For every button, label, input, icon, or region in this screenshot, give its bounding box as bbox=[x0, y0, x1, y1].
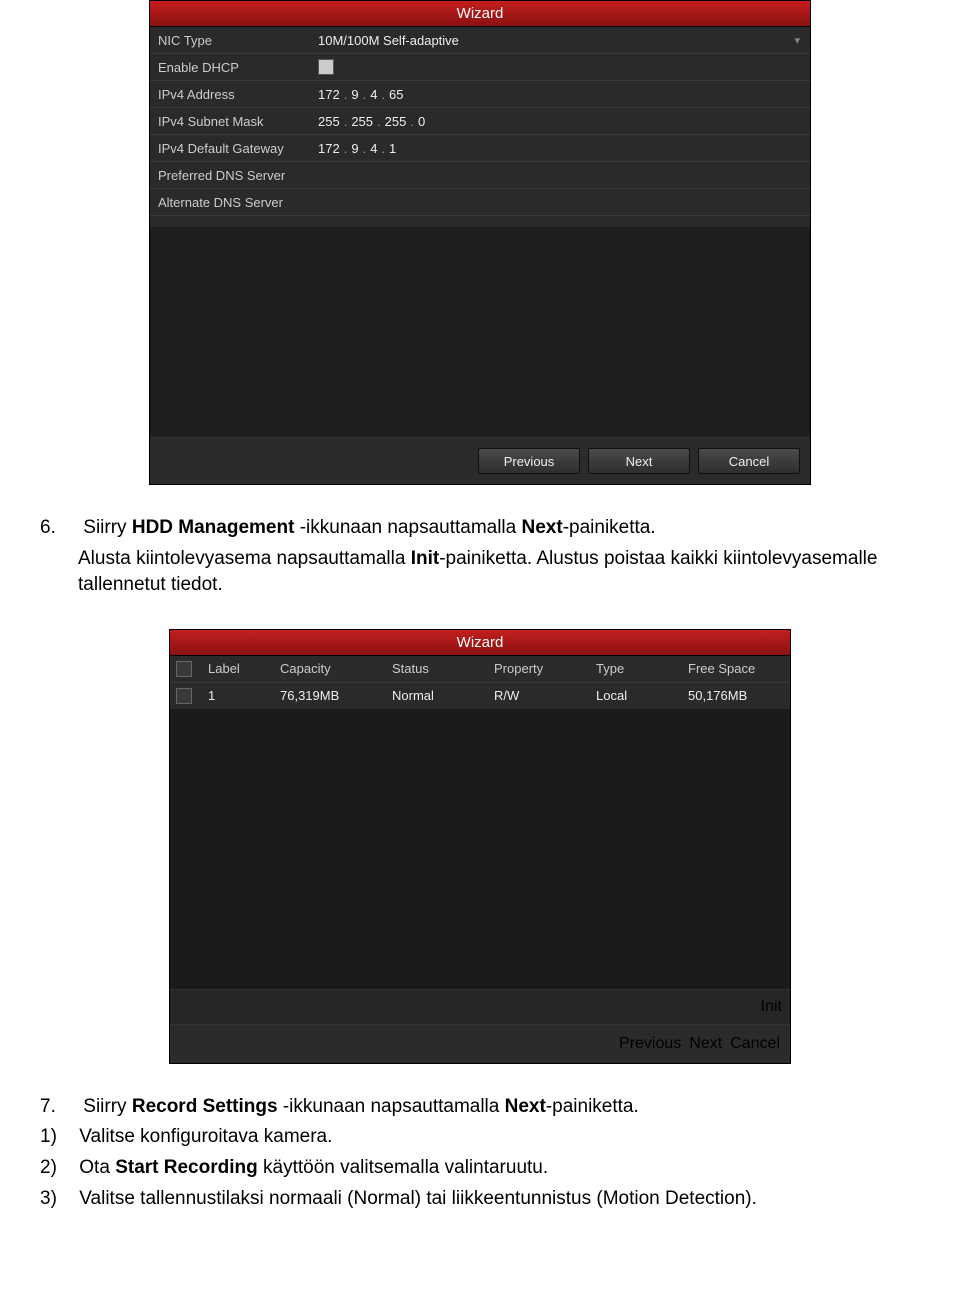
ipv4-address-field[interactable]: 172. 9. 4. 65 bbox=[318, 87, 810, 102]
step-7-number: 7. bbox=[40, 1094, 78, 1121]
alternate-dns-label: Alternate DNS Server bbox=[150, 195, 318, 210]
wizard-hdd-screenshot: Wizard Label Capacity Status Property Ty… bbox=[169, 629, 791, 1064]
previous-button[interactable]: Previous bbox=[478, 448, 580, 474]
cancel-button-2[interactable]: Cancel bbox=[730, 1035, 780, 1053]
ipv4-gateway-field[interactable]: 172. 9. 4. 1 bbox=[318, 141, 810, 156]
select-all-checkbox[interactable] bbox=[176, 661, 192, 677]
table-row[interactable]: 1 76,319MB Normal R/W Local 50,176MB bbox=[170, 683, 790, 709]
nic-type-label: NIC Type bbox=[150, 33, 318, 48]
dhcp-label: Enable DHCP bbox=[150, 60, 318, 75]
step-6-number: 6. bbox=[40, 515, 78, 542]
ipv4-mask-field[interactable]: 255. 255. 255. 0 bbox=[318, 114, 810, 129]
col-status: Status bbox=[386, 661, 488, 676]
col-capacity: Capacity bbox=[274, 661, 386, 676]
cell-label: 1 bbox=[202, 688, 274, 703]
hdd-table-header: Label Capacity Status Property Type Free… bbox=[170, 656, 790, 683]
table-empty-area bbox=[170, 709, 790, 989]
cell-property: R/W bbox=[488, 688, 590, 703]
ipv4-gateway-label: IPv4 Default Gateway bbox=[150, 141, 318, 156]
col-type: Type bbox=[590, 661, 682, 676]
cell-type: Local bbox=[590, 688, 682, 703]
next-button-2[interactable]: Next bbox=[689, 1035, 722, 1053]
ipv4-address-label: IPv4 Address bbox=[150, 87, 318, 102]
cell-free-space: 50,176MB bbox=[682, 688, 790, 703]
next-button[interactable]: Next bbox=[588, 448, 690, 474]
chevron-down-icon: ▾ bbox=[794, 34, 800, 47]
previous-button-2[interactable]: Previous bbox=[619, 1035, 681, 1053]
nic-type-select[interactable]: 10M/100M Self-adaptive ▾ bbox=[318, 33, 810, 48]
cell-capacity: 76,319MB bbox=[274, 688, 386, 703]
substep-2-number: 2) bbox=[40, 1155, 74, 1182]
wizard-title: Wizard bbox=[150, 1, 810, 27]
cancel-button[interactable]: Cancel bbox=[698, 448, 800, 474]
section-7-text: 7. Siirry Record Settings -ikkunaan naps… bbox=[0, 1094, 960, 1212]
init-button[interactable]: Init bbox=[761, 998, 782, 1016]
nic-type-value: 10M/100M Self-adaptive bbox=[318, 33, 459, 48]
empty-area bbox=[150, 227, 810, 437]
button-bar: Previous Next Cancel bbox=[150, 437, 810, 484]
substep-3-number: 3) bbox=[40, 1186, 74, 1213]
substep-1-number: 1) bbox=[40, 1124, 74, 1151]
preferred-dns-label: Preferred DNS Server bbox=[150, 168, 318, 183]
col-property: Property bbox=[488, 661, 590, 676]
col-label: Label bbox=[202, 661, 274, 676]
wizard-network-screenshot: Wizard NIC Type 10M/100M Self-adaptive ▾… bbox=[149, 0, 811, 485]
col-free-space: Free Space bbox=[682, 661, 790, 676]
wizard-title-2: Wizard bbox=[170, 630, 790, 656]
ipv4-mask-label: IPv4 Subnet Mask bbox=[150, 114, 318, 129]
row-checkbox[interactable] bbox=[176, 688, 192, 704]
section-6-text: 6. Siirry HDD Management -ikkunaan napsa… bbox=[0, 515, 960, 599]
cell-status: Normal bbox=[386, 688, 488, 703]
dhcp-checkbox[interactable] bbox=[318, 59, 334, 75]
